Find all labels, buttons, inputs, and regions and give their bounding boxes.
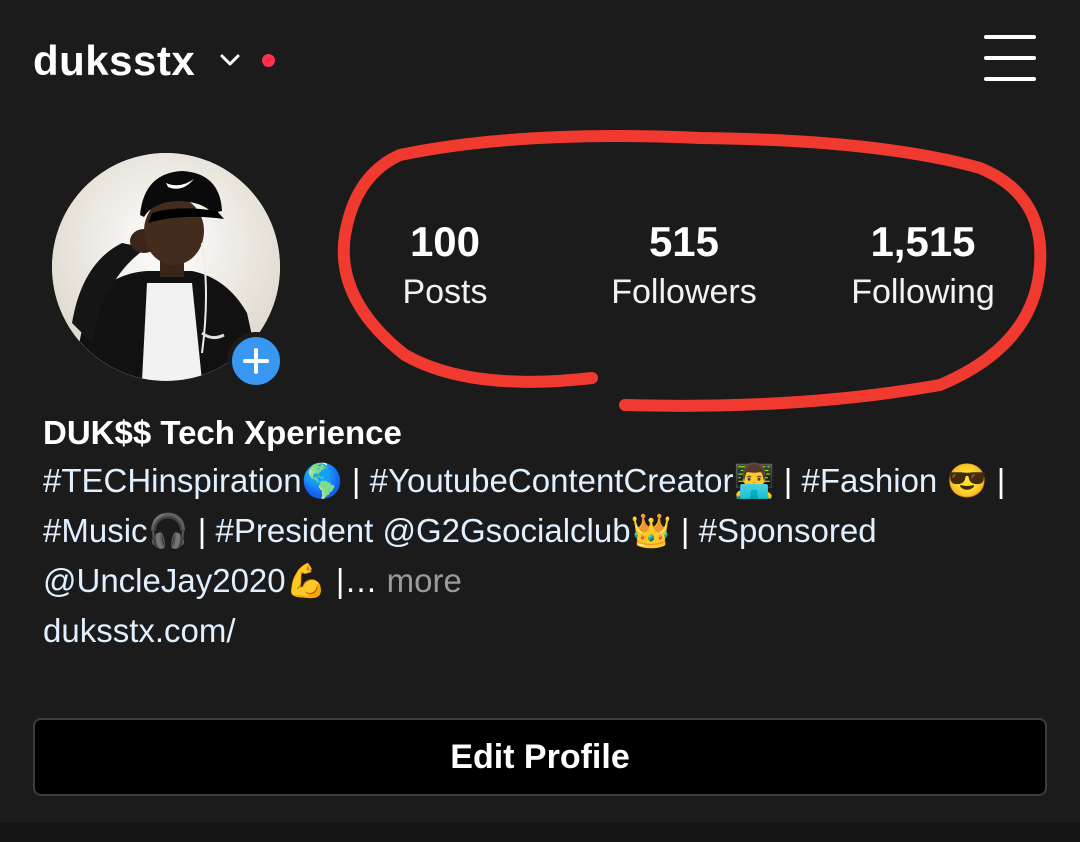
hashtag-music[interactable]: #Music xyxy=(43,512,148,549)
bio-text: #TECHinspiration🌎 | #YoutubeContentCreat… xyxy=(43,456,1043,606)
following-stat[interactable]: 1,515 Following xyxy=(813,216,1033,316)
bio-separator: | xyxy=(351,462,361,499)
bio-separator: | xyxy=(996,462,1006,499)
posts-label: Posts xyxy=(402,273,488,311)
following-label: Following xyxy=(851,273,995,311)
crown-emoji: 👑 xyxy=(630,512,672,549)
website-link[interactable]: duksstx.com/ xyxy=(43,606,1043,656)
bottom-divider xyxy=(0,822,1080,842)
following-count: 1,515 xyxy=(870,218,976,265)
hashtag-youtubecontentcreator[interactable]: #YoutubeContentCreator xyxy=(370,462,734,499)
hashtag-president-mention[interactable]: #President @G2Gsocialclub xyxy=(216,512,631,549)
bio-separator: | xyxy=(680,512,690,549)
top-bar: duksstx xyxy=(0,0,1080,120)
followers-label: Followers xyxy=(611,273,757,311)
more-link[interactable]: more xyxy=(387,562,462,599)
hashtag-sponsored[interactable]: #Sponsored xyxy=(699,512,877,549)
plus-icon xyxy=(243,348,269,374)
globe-emoji: 🌎 xyxy=(301,462,343,499)
laptop-emoji: 👨‍💻 xyxy=(733,462,775,499)
posts-count: 100 xyxy=(409,218,481,265)
bio-separator: | xyxy=(197,512,207,549)
mention-unclejay2020[interactable]: @UncleJay2020 xyxy=(43,562,286,599)
muscle-emoji: 💪 xyxy=(285,562,327,599)
add-story-button[interactable] xyxy=(227,332,285,390)
notification-dot xyxy=(262,54,275,67)
username[interactable]: duksstx xyxy=(33,36,195,86)
followers-count: 515 xyxy=(648,218,720,265)
headphones-emoji: 🎧 xyxy=(147,512,189,549)
hamburger-menu-icon[interactable] xyxy=(980,33,1040,85)
posts-stat[interactable]: 100 Posts xyxy=(335,216,555,316)
followers-stat[interactable]: 515 Followers xyxy=(574,216,794,316)
sunglasses-emoji: 😎 xyxy=(946,462,988,499)
full-name: DUK$$ Tech Xperience xyxy=(43,414,402,451)
bio-separator: | xyxy=(783,462,793,499)
edit-profile-button[interactable]: Edit Profile xyxy=(33,718,1047,796)
profile-bio: DUK$$ Tech Xperience #TECHinspiration🌎 |… xyxy=(43,410,1043,656)
chevron-down-icon[interactable] xyxy=(218,50,242,70)
hashtag-techinspiration[interactable]: #TECHinspiration xyxy=(43,462,302,499)
hashtag-fashion[interactable]: #Fashion xyxy=(802,462,938,499)
bio-ellipsis: |… xyxy=(335,562,378,599)
